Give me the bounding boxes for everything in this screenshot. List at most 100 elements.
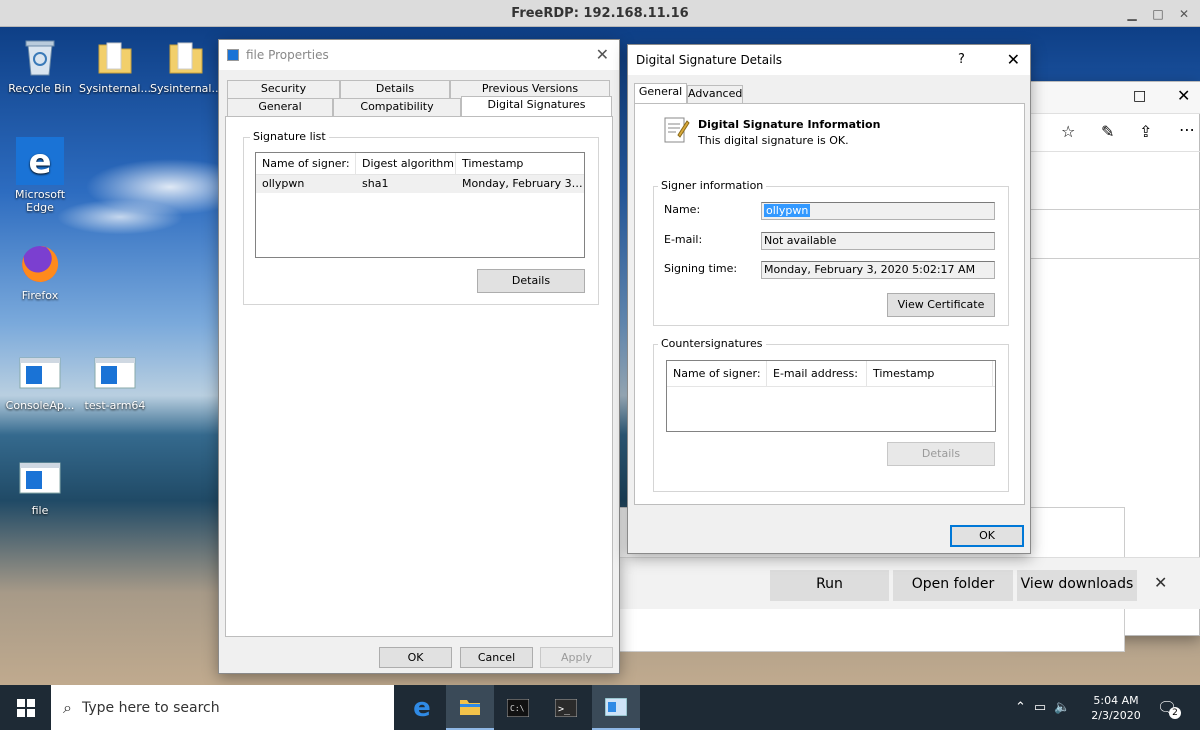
terminal-icon: C:\ [507,698,529,717]
app-window-icon [18,352,62,396]
recycle-bin-icon [18,35,62,79]
desktop-icon-recycle-bin[interactable]: Recycle Bin [2,35,78,95]
email-field[interactable]: Not available [761,232,995,250]
firefox-icon [18,242,62,286]
file-properties-window: file Properties ✕ Security Details Previ… [218,39,620,674]
list-header: Name of signer: E-mail address: Timestam… [667,361,995,387]
app-window-icon [93,352,137,396]
close-icon[interactable]: ✕ [1007,50,1020,69]
close-icon[interactable]: ✕ [596,45,609,64]
chevron-up-icon[interactable]: ⌃ [1015,700,1026,715]
tab-digital-signatures[interactable]: Digital Signatures [461,96,612,116]
file-app-icon [227,49,239,61]
name-field[interactable]: ollypwn [761,202,995,220]
column-header-timestamp[interactable]: Timestamp [867,361,993,386]
desktop: Recycle Bin Sysinternal... Sysinternal..… [0,27,1200,685]
folder-icon [460,699,480,715]
clock-time: 5:04 AM [1093,693,1139,707]
taskbar-properties-window[interactable] [592,685,640,730]
taskbar-file-explorer[interactable] [446,685,494,730]
app-window-icon [605,697,627,716]
svg-text:C:\: C:\ [510,704,525,713]
list-item[interactable]: ollypwn sha1 Monday, February 3, ... [256,175,584,193]
desktop-icon-sysinternals-2[interactable]: Sysinternal... [148,35,224,95]
maximize-icon[interactable]: □ [1150,6,1166,22]
column-header-signer[interactable]: Name of signer: [667,361,767,386]
email-label: E-mail: [664,233,703,246]
apply-button[interactable]: Apply [540,647,613,668]
folder-icon [93,35,137,79]
signature-list[interactable]: Name of signer: Digest algorithm Timesta… [255,152,585,258]
desktop-icon-test-arm64[interactable]: test-arm64 [77,352,153,412]
terminal-icon: >_ [555,698,577,717]
general-panel: Digital Signature Information This digit… [634,103,1025,505]
desktop-icon-consoleapp[interactable]: ConsoleAp... [2,352,78,412]
countersignature-list[interactable]: Name of signer: E-mail address: Timestam… [666,360,996,432]
details-button[interactable]: Details [477,269,585,293]
close-icon[interactable]: ✕ [1176,6,1192,22]
tab-details[interactable]: Details [340,80,450,98]
column-header-email[interactable]: E-mail address: [767,361,867,386]
rdp-title: FreeRDP: 192.168.11.16 [511,6,689,21]
desktop-icon-firefox[interactable]: Firefox [2,242,78,302]
column-header-signer[interactable]: Name of signer: [256,153,356,174]
windows-icon [16,698,35,717]
digital-signature-details-window: Digital Signature Details ? ✕ General Ad… [627,44,1031,554]
tab-general[interactable]: General [634,83,687,103]
start-button[interactable] [0,685,51,730]
desktop-icon-sysinternals-1[interactable]: Sysinternal... [77,35,153,95]
taskbar-search-box[interactable]: ⌕ Type here to search [51,685,394,730]
maximize-icon[interactable]: □ [1133,88,1146,104]
certificate-info-icon [662,115,690,145]
column-header-timestamp[interactable]: Timestamp [456,153,584,174]
more-icon[interactable]: ⋯ [1179,120,1195,139]
taskbar-command-prompt[interactable]: C:\ [494,685,542,730]
favorites-icon[interactable]: ☆ [1061,122,1075,141]
digest-cell: sha1 [362,177,389,190]
ok-button[interactable]: OK [379,647,452,668]
close-icon[interactable]: ✕ [1177,86,1190,105]
open-folder-button[interactable]: Open folder [893,570,1013,601]
view-certificate-button[interactable]: View Certificate [887,293,995,317]
app-window-icon [18,457,62,501]
view-downloads-button[interactable]: View downloads [1017,570,1137,601]
search-icon: ⌕ [63,697,72,717]
countersignatures-label: Countersignatures [658,337,766,350]
ok-button[interactable]: OK [950,525,1024,547]
edge-icon: e [16,137,64,185]
signature-info-text: This digital signature is OK. [698,134,849,147]
countersignature-details-button[interactable]: Details [887,442,995,466]
signing-time-field[interactable]: Monday, February 3, 2020 5:02:17 AM [761,261,995,279]
notification-center[interactable]: 🗨 2 [1157,685,1181,730]
minimize-icon[interactable]: ▁ [1124,6,1140,22]
tab-advanced[interactable]: Advanced [687,85,743,103]
pen-icon[interactable]: ✎ [1101,122,1114,141]
signing-time-label: Signing time: [664,262,738,275]
signer-information-label: Signer information [658,179,767,192]
countersignatures-group: Countersignatures Name of signer: E-mail… [653,337,1009,492]
clock[interactable]: 5:04 AM 2/3/2020 [1088,685,1144,730]
tab-general[interactable]: General [227,98,333,116]
clock-date: 2/3/2020 [1091,708,1141,722]
share-icon[interactable]: ⇪ [1139,122,1152,141]
column-header-digest[interactable]: Digest algorithm [356,153,456,174]
network-icon[interactable]: ▭ [1034,700,1046,715]
taskbar: ⌕ Type here to search e C:\ >_ ⌃ ▭ 🔈 5:0… [0,685,1200,730]
taskbar-edge[interactable]: e [398,685,446,730]
tab-compatibility[interactable]: Compatibility [333,98,461,116]
svg-text:>_: >_ [558,704,571,715]
desktop-icon-file[interactable]: file [2,457,78,517]
run-button[interactable]: Run [770,570,889,601]
timestamp-cell: Monday, February 3, ... [462,177,584,190]
details-title: Digital Signature Details [636,53,783,67]
volume-muted-icon[interactable]: 🔈 [1054,700,1070,715]
name-value: ollypwn [764,204,811,217]
close-download-bar-icon[interactable]: ✕ [1154,573,1167,592]
tab-security[interactable]: Security [227,80,340,98]
help-icon[interactable]: ? [958,52,965,67]
desktop-icon-edge[interactable]: e Microsoft Edge [2,137,78,214]
rdp-title-bar: FreeRDP: 192.168.11.16 ▁ □ ✕ [0,0,1200,27]
notification-count: 2 [1169,707,1181,719]
taskbar-powershell[interactable]: >_ [542,685,590,730]
cancel-button[interactable]: Cancel [460,647,533,668]
